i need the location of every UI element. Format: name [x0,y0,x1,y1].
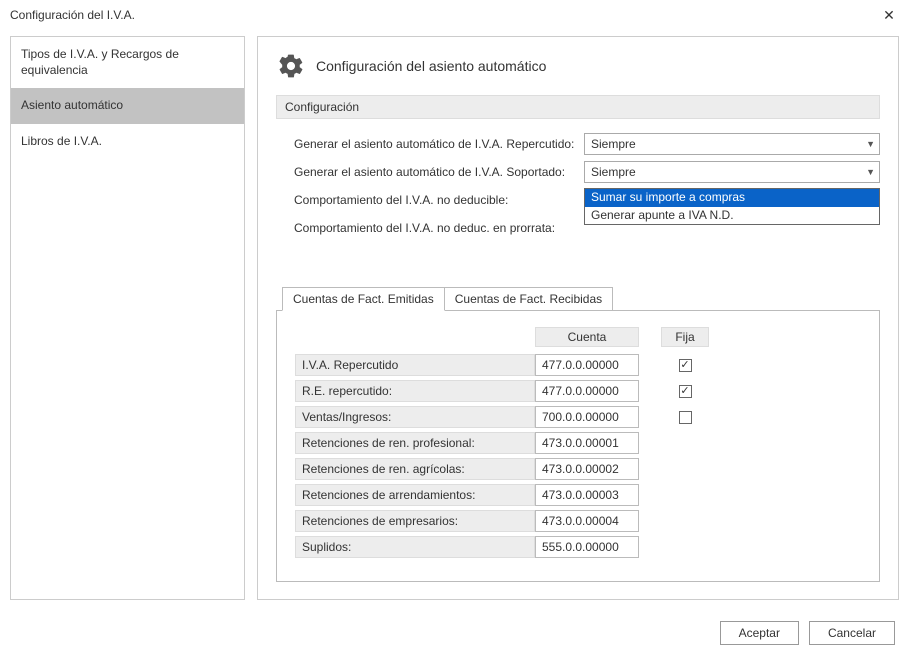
combo-repercutido[interactable]: Siempre ▼ [584,133,880,155]
row-label: I.V.A. Repercutido [295,354,535,376]
tab-panel: Cuenta Fija I.V.A. Repercutido 477.0.0.0… [276,310,880,582]
table-row: Retenciones de ren. profesional: 473.0.0… [295,431,861,455]
dropdown-list[interactable]: Sumar su importe a compras Generar apunt… [584,188,880,225]
accept-button[interactable]: Aceptar [720,621,799,645]
label-no-deducible: Comportamiento del I.V.A. no deducible: [294,193,584,207]
titlebar: Configuración del I.V.A. ✕ [0,0,909,30]
tab-emitidas[interactable]: Cuentas de Fact. Emitidas [282,287,445,311]
sidebar-item-libros[interactable]: Libros de I.V.A. [11,124,244,160]
row-label: Ventas/Ingresos: [295,406,535,428]
sidebar-item-asiento[interactable]: Asiento automático [11,88,244,124]
table-row: Retenciones de ren. agrícolas: 473.0.0.0… [295,457,861,481]
cuenta-input[interactable]: 473.0.0.00003 [535,484,639,506]
section-header: Configuración [276,95,880,119]
tab-recibidas[interactable]: Cuentas de Fact. Recibidas [444,287,613,311]
table-row: R.E. repercutido: 477.0.0.00000 ✓ [295,379,861,403]
table-row: Retenciones de empresarios: 473.0.0.0000… [295,509,861,533]
gear-icon [276,51,306,81]
sidebar: Tipos de I.V.A. y Recargos de equivalenc… [10,36,245,600]
cuenta-input[interactable]: 555.0.0.00000 [535,536,639,558]
label-prorrata: Comportamiento del I.V.A. no deduc. en p… [294,221,584,235]
row-label: Retenciones de empresarios: [295,510,535,532]
page-title: Configuración del asiento automático [316,58,546,74]
cuenta-input[interactable]: 473.0.0.00002 [535,458,639,480]
dropdown-option-0[interactable]: Sumar su importe a compras [585,189,879,207]
row-label: Retenciones de arrendamientos: [295,484,535,506]
fija-checkbox[interactable] [679,411,692,424]
label-repercutido: Generar el asiento automático de I.V.A. … [294,137,584,151]
fija-checkbox[interactable]: ✓ [679,359,692,372]
cuenta-input[interactable]: 473.0.0.00004 [535,510,639,532]
row-label: Retenciones de ren. profesional: [295,432,535,454]
combo-repercutido-value: Siempre [591,137,636,151]
row-label: Suplidos: [295,536,535,558]
fija-checkbox[interactable]: ✓ [679,385,692,398]
combo-soportado[interactable]: Siempre ▼ [584,161,880,183]
table-row: Retenciones de arrendamientos: 473.0.0.0… [295,483,861,507]
row-label: Retenciones de ren. agrícolas: [295,458,535,480]
cuenta-input[interactable]: 477.0.0.00000 [535,354,639,376]
cancel-button[interactable]: Cancelar [809,621,895,645]
window-title: Configuración del I.V.A. [10,8,135,22]
chevron-down-icon: ▼ [866,167,875,177]
cuenta-input[interactable]: 473.0.0.00001 [535,432,639,454]
row-label: R.E. repercutido: [295,380,535,402]
close-button[interactable]: ✕ [869,0,909,30]
label-soportado: Generar el asiento automático de I.V.A. … [294,165,584,179]
sidebar-item-tipos[interactable]: Tipos de I.V.A. y Recargos de equivalenc… [11,37,244,88]
table-row: I.V.A. Repercutido 477.0.0.00000 ✓ [295,353,861,377]
table-row: Ventas/Ingresos: 700.0.0.00000 [295,405,861,429]
table-row: Suplidos: 555.0.0.00000 [295,535,861,559]
cuenta-input[interactable]: 700.0.0.00000 [535,406,639,428]
main-panel: Configuración del asiento automático Con… [257,36,899,600]
col-header-fija: Fija [661,327,709,347]
col-header-cuenta: Cuenta [535,327,639,347]
dropdown-option-1[interactable]: Generar apunte a IVA N.D. [585,207,879,225]
cuenta-input[interactable]: 477.0.0.00000 [535,380,639,402]
chevron-down-icon: ▼ [866,139,875,149]
combo-soportado-value: Siempre [591,165,636,179]
